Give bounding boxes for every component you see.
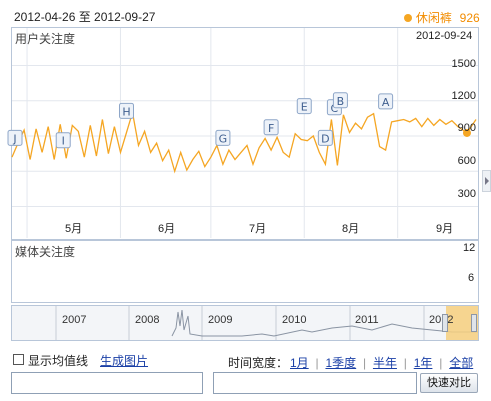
overview-left-handle[interactable] xyxy=(442,314,448,332)
range-half-year[interactable]: 半年 xyxy=(373,356,397,370)
y-tick-600: 600 xyxy=(457,155,476,167)
y-tick-1200: 1200 xyxy=(451,90,476,102)
main-chart-y-axis: 1500 1200 900 600 300 xyxy=(438,58,478,208)
main-chart-x-axis: 5月 6月 7月 8月 9月 xyxy=(11,220,479,236)
overview-year-2010: 2010 xyxy=(282,314,307,326)
x-tick-jun: 6月 xyxy=(158,223,176,235)
overview-year-2009: 2009 xyxy=(208,314,233,326)
event-marker-j[interactable]: J xyxy=(7,129,23,146)
event-marker-f[interactable]: F xyxy=(263,119,279,136)
scroll-right-handle[interactable] xyxy=(482,170,491,192)
range-1-month[interactable]: 1月 xyxy=(290,356,309,370)
event-marker-label: B xyxy=(337,95,345,108)
x-tick-may: 5月 xyxy=(65,223,83,235)
overview-year-2011: 2011 xyxy=(355,314,379,326)
event-marker-label: F xyxy=(268,122,274,135)
chevron-right-icon xyxy=(485,177,489,185)
event-marker-label: E xyxy=(301,101,308,114)
y-tick-300: 300 xyxy=(457,188,476,200)
range-separator: | xyxy=(315,356,319,370)
media-y-tick-6: 6 xyxy=(468,272,475,284)
generate-image-link[interactable]: 生成图片 xyxy=(100,352,148,369)
time-width-label: 时间宽度： xyxy=(228,356,289,370)
x-tick-aug: 8月 xyxy=(342,223,360,235)
event-marker-label: J xyxy=(12,132,16,145)
event-marker-b[interactable]: B xyxy=(332,92,348,109)
show-avg-checkbox[interactable] xyxy=(13,354,24,365)
media-y-tick-12: 12 xyxy=(463,242,476,254)
quick-compare-button[interactable]: 快速对比 xyxy=(420,373,478,393)
range-separator: | xyxy=(403,356,407,370)
media-chart-title: 媒体关注度 xyxy=(15,245,76,259)
event-marker-h[interactable]: H xyxy=(118,102,134,119)
event-marker-label: G xyxy=(219,132,228,145)
x-tick-sep: 9月 xyxy=(436,223,454,235)
compare-keyword-input-left[interactable] xyxy=(11,372,203,394)
event-marker-label: A xyxy=(382,96,390,109)
y-tick-1500: 1500 xyxy=(451,58,476,70)
event-marker-label: H xyxy=(122,105,130,118)
time-range-options: 1月 | 1季度 | 半年 | 1年 | 全部 xyxy=(290,354,473,370)
range-1-year[interactable]: 1年 xyxy=(414,356,433,370)
overview-timeline[interactable]: 2007 2008 2009 2010 2011 2012 xyxy=(11,305,479,341)
overview-year-2007: 2007 xyxy=(62,314,87,326)
overview-right-handle[interactable] xyxy=(471,314,477,332)
compare-keyword-input-right[interactable] xyxy=(213,372,417,394)
range-all[interactable]: 全部 xyxy=(449,356,473,370)
event-marker-e[interactable]: E xyxy=(296,98,312,115)
overview-year-2008: 2008 xyxy=(135,314,160,326)
range-separator: | xyxy=(439,356,443,370)
event-marker-g[interactable]: G xyxy=(215,129,231,146)
media-chart-panel xyxy=(11,240,479,303)
event-marker-i[interactable]: I xyxy=(55,132,71,149)
user-attention-line xyxy=(11,112,477,174)
event-marker-label: D xyxy=(321,132,329,145)
event-marker-a[interactable]: A xyxy=(378,93,394,110)
event-marker-d[interactable]: D xyxy=(317,129,333,146)
range-separator: | xyxy=(362,356,367,370)
y-tick-900: 900 xyxy=(457,122,476,134)
x-tick-jul: 7月 xyxy=(249,223,267,235)
event-marker-label: I xyxy=(62,135,65,148)
range-1-quarter[interactable]: 1季度 xyxy=(325,356,356,370)
show-avg-label[interactable]: 显示均值线 xyxy=(28,352,88,369)
